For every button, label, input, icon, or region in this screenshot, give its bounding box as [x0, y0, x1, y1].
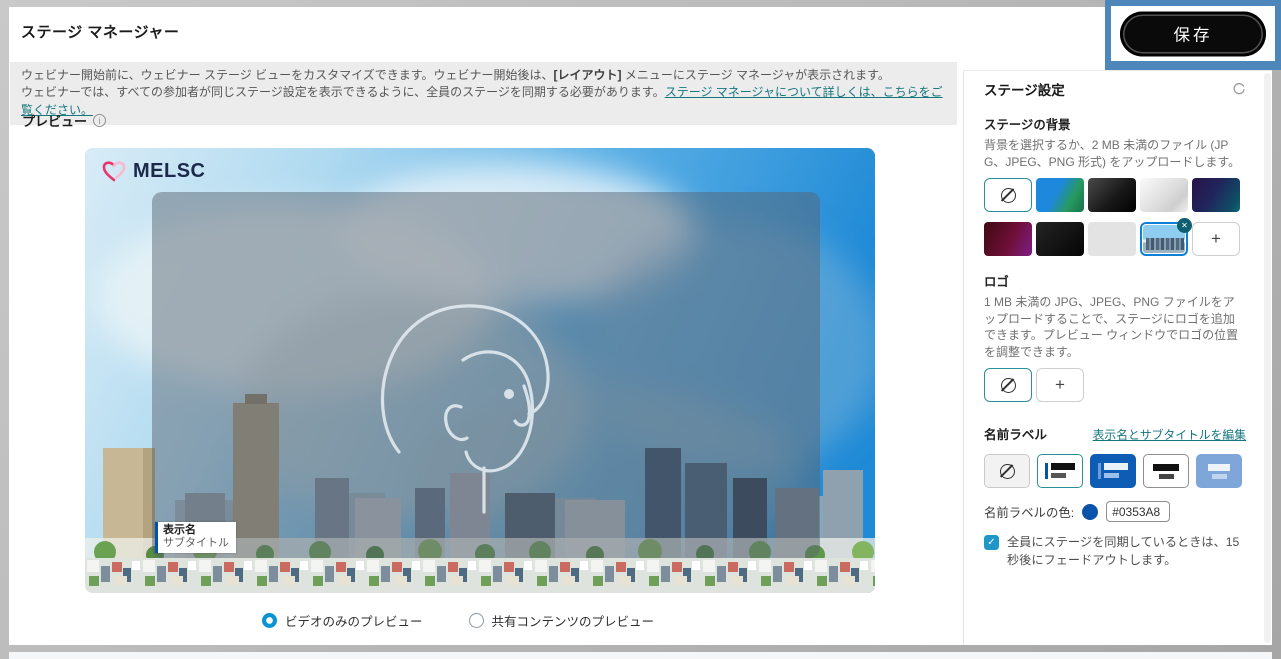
sync-fadeout-label: 全員にステージを同期しているときは、15 秒後にフェードアウトします。 — [1007, 534, 1246, 569]
background-thumbnails-row-1 — [984, 178, 1246, 212]
label-style-glyph — [1045, 463, 1075, 479]
stage-preview[interactable]: MELSC 表示名 サブタイトル — [85, 148, 875, 593]
stage-settings-sidebar: ステージ設定 ステージの背景 背景を選択するか、2 MB 未満のファイル (JP… — [963, 70, 1272, 645]
logo-section-desc: 1 MB 未満の JPG、JPEG、PNG ファイルをアップロードすることで、ス… — [984, 294, 1246, 360]
name-label-style-row — [984, 454, 1246, 488]
preview-mode-radios: ビデオのみのプレビュー 共有コンテンツのプレビュー — [63, 611, 853, 630]
name-label-color-row: 名前ラベルの色: — [984, 501, 1246, 522]
bg-navy-purple-gradient[interactable] — [1192, 178, 1240, 212]
heart-logo-icon — [101, 159, 128, 184]
bg-light-texture[interactable] — [1140, 178, 1188, 212]
radio-selected-icon[interactable] — [262, 613, 277, 628]
person-placeholder-icon — [359, 214, 614, 514]
upload-background-button[interactable]: + — [1192, 222, 1240, 256]
prohibited-icon — [1000, 464, 1015, 479]
bg-black[interactable] — [1036, 222, 1084, 256]
logo-section-title: ロゴ — [984, 272, 1246, 290]
name-label-title: 名前ラベル — [984, 424, 1047, 443]
label-style-glyph — [1153, 464, 1179, 479]
name-label-header: 名前ラベル 表示名とサブタイトルを編集 — [984, 424, 1246, 443]
page-title: ステージ マネージャー — [21, 21, 179, 42]
prohibited-icon — [1001, 188, 1016, 203]
bg-city-photo-selected[interactable]: ✕ — [1140, 222, 1188, 256]
label-style-white-blue-bar-selected[interactable] — [1037, 454, 1083, 488]
radio-video-only-label: ビデオのみのプレビュー — [285, 611, 423, 630]
label-style-white-plain[interactable] — [1143, 454, 1189, 488]
save-button[interactable]: 保存 — [1120, 11, 1266, 56]
color-swatch[interactable] — [1082, 504, 1098, 520]
brand-name: MELSC — [133, 160, 206, 183]
preview-heading: プレビュー i — [22, 111, 106, 130]
radio-unselected-icon[interactable] — [469, 613, 484, 628]
edit-display-name-link[interactable]: 表示名とサブタイトルを編集 — [1093, 426, 1246, 443]
label-style-glyph — [1098, 463, 1128, 479]
sync-fadeout-option[interactable]: ✓ 全員にステージを同期しているときは、15 秒後にフェードアウトします。 — [984, 534, 1246, 569]
video-placeholder-tile[interactable] — [152, 192, 820, 558]
radio-shared-content[interactable]: 共有コンテンツのプレビュー — [469, 611, 655, 630]
banner-line-1: ウェビナー開始前に、ウェビナー ステージ ビューをカスタマイズできます。ウェビナ… — [21, 67, 946, 84]
checkbox-checked-icon[interactable]: ✓ — [984, 535, 999, 550]
color-label: 名前ラベルの色: — [984, 503, 1074, 521]
sidebar-scrollbar[interactable] — [1264, 73, 1271, 643]
bg-none-option[interactable] — [984, 178, 1032, 212]
stage-manager-window: ステージ マネージャー ウェビナー開始前に、ウェビナー ステージ ビューをカスタ… — [9, 7, 1272, 645]
sidebar-title: ステージ設定 — [984, 79, 1065, 99]
remove-background-icon[interactable]: ✕ — [1177, 218, 1192, 233]
label-style-light-blue-filled[interactable] — [1196, 454, 1242, 488]
subtitle-text: サブタイトル — [163, 537, 229, 550]
brand-logo: MELSC — [101, 159, 206, 184]
background-thumbnails-row-2: ✕ + — [984, 222, 1246, 256]
upload-logo-button[interactable]: + — [1036, 368, 1084, 402]
sidebar-header: ステージ設定 — [984, 79, 1246, 99]
save-button-area: 保存 — [1111, 6, 1275, 61]
bg-blue-green-gradient[interactable] — [1036, 178, 1084, 212]
bg-dark-texture[interactable] — [1088, 178, 1136, 212]
radio-shared-content-label: 共有コンテンツのプレビュー — [492, 611, 655, 630]
info-icon[interactable]: i — [93, 114, 106, 127]
label-style-blue-filled[interactable] — [1090, 454, 1136, 488]
label-style-none[interactable] — [984, 454, 1030, 488]
info-banner: ウェビナー開始前に、ウェビナー ステージ ビューをカスタマイズできます。ウェビナ… — [10, 62, 957, 125]
logo-none-option[interactable] — [984, 368, 1032, 402]
radio-video-only[interactable]: ビデオのみのプレビュー — [262, 611, 423, 630]
refresh-icon[interactable] — [1232, 82, 1246, 96]
background-section-desc: 背景を選択するか、2 MB 未満のファイル (JPG、JPEG、PNG 形式) … — [984, 137, 1246, 170]
logo-options-row: + — [984, 368, 1246, 402]
bg-maroon-gradient[interactable] — [984, 222, 1032, 256]
bg-light-gray[interactable] — [1088, 222, 1136, 256]
name-label-color-input[interactable] — [1106, 501, 1170, 522]
label-style-glyph — [1208, 464, 1230, 479]
background-section-title: ステージの背景 — [984, 115, 1246, 133]
prohibited-icon — [1001, 378, 1016, 393]
next-section-edge — [9, 652, 1272, 659]
layout-menu-ref: [レイアウト] — [554, 68, 622, 82]
preview-heading-label: プレビュー — [22, 111, 87, 130]
banner-line-2: ウェビナーでは、すべての参加者が同じステージ設定を表示できるように、全員のステー… — [21, 84, 946, 119]
save-highlight-annotation: 保存 — [1105, 0, 1281, 70]
display-name-text: 表示名 — [163, 524, 229, 537]
preview-name-label[interactable]: 表示名 サブタイトル — [155, 522, 236, 553]
